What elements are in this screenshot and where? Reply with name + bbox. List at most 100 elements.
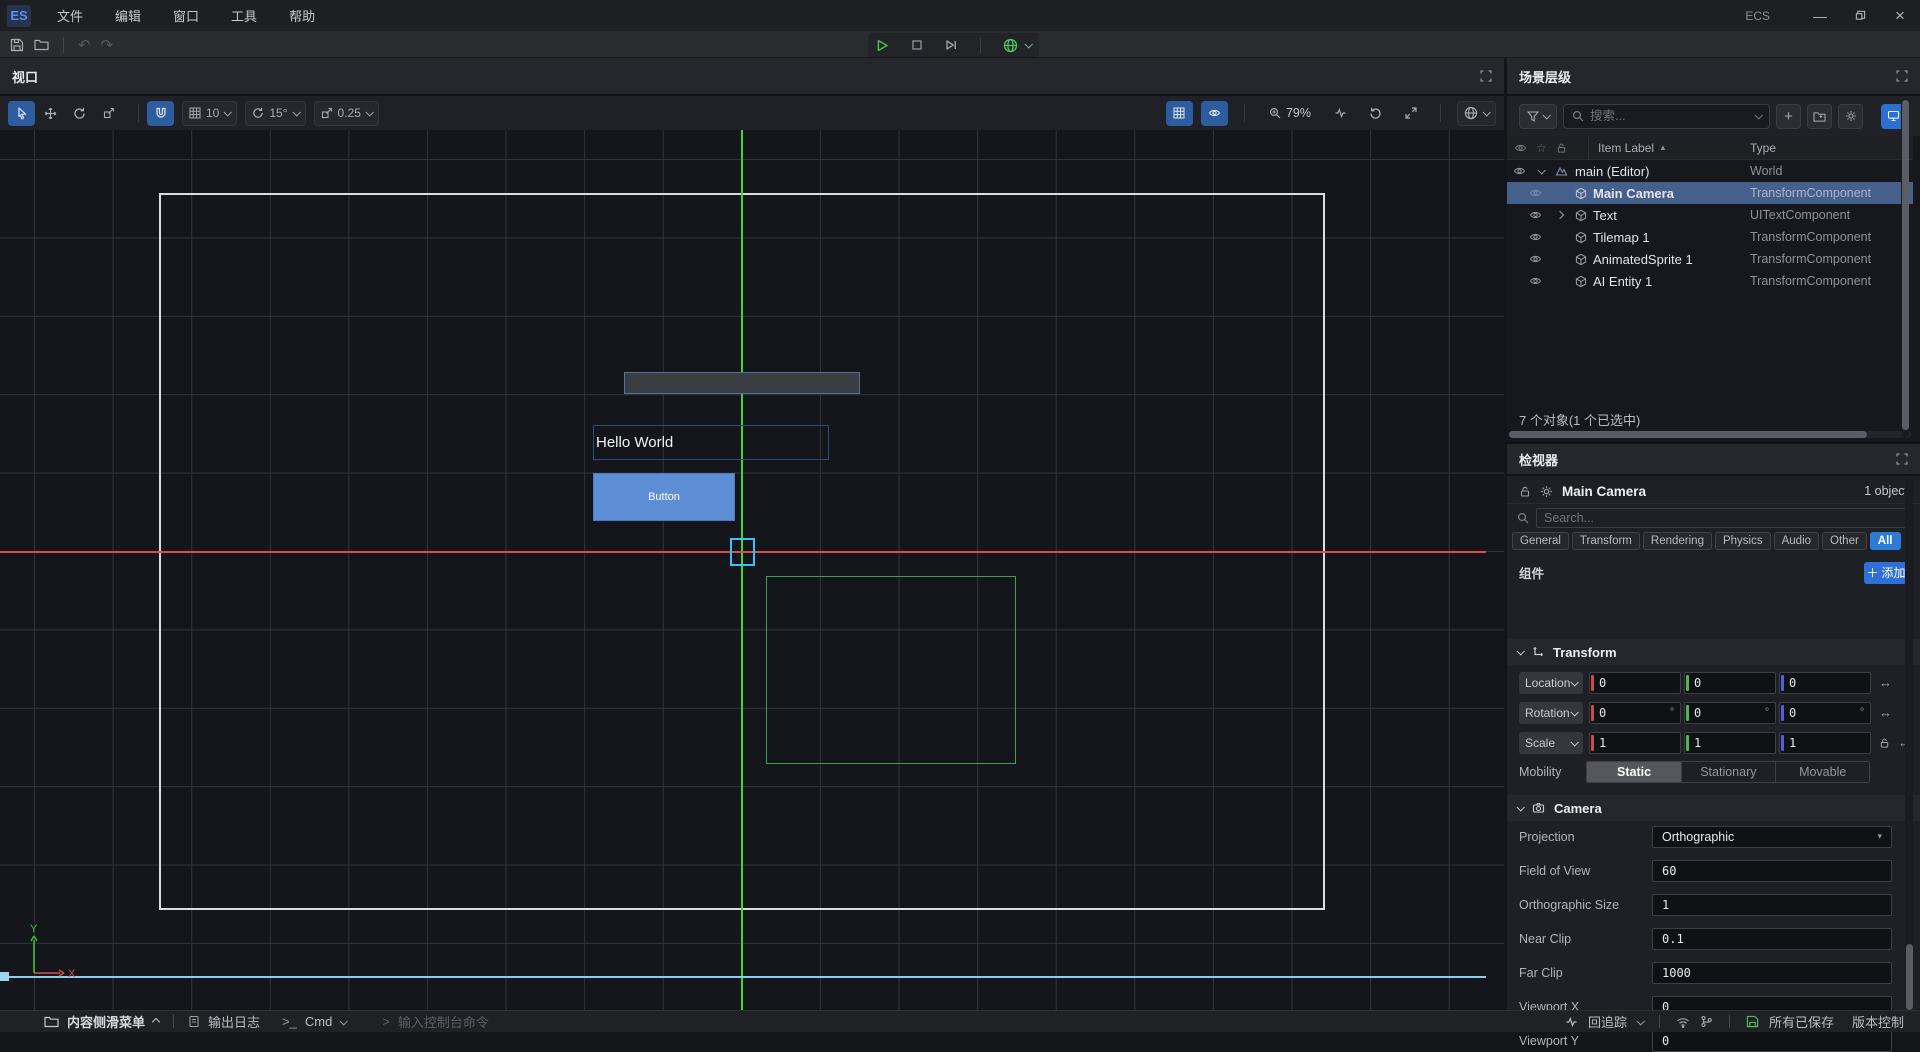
menu-file[interactable]: 文件	[45, 2, 95, 29]
network-icon[interactable]	[1676, 1016, 1690, 1028]
launch-mode-dropdown[interactable]	[1003, 38, 1031, 53]
reset-values-icon[interactable]: ↔	[1879, 705, 1892, 720]
rotation-x-field[interactable]: 0°	[1589, 702, 1681, 724]
output-log-button[interactable]: 输出日志	[208, 1012, 260, 1031]
step-forward-icon[interactable]	[945, 39, 958, 51]
app-logo[interactable]: ES	[7, 5, 31, 27]
move-tool-button[interactable]	[37, 101, 64, 126]
uniform-scale-lock-icon[interactable]	[1879, 737, 1890, 749]
new-folder-button[interactable]	[1807, 104, 1832, 129]
scene-canvas[interactable]: Hello World Button Y X	[0, 130, 1504, 1010]
transform-section-header[interactable]: Transform	[1507, 639, 1920, 665]
redo-icon[interactable]: ↷	[101, 36, 114, 54]
tree-row-text[interactable]: Text UITextComponent	[1507, 204, 1913, 226]
button-object[interactable]: Button	[593, 473, 735, 521]
tab-general[interactable]: General	[1512, 532, 1569, 550]
sprite-object[interactable]	[624, 372, 860, 394]
scale-mode-dropdown[interactable]: Scale	[1519, 732, 1583, 754]
show-grid-button[interactable]	[1166, 101, 1193, 126]
scrollbar-thumb[interactable]	[1509, 431, 1867, 438]
mobility-stationary[interactable]: Stationary	[1682, 762, 1776, 782]
eye-icon[interactable]	[1513, 165, 1526, 177]
trace-dropdown[interactable]: 回追踪	[1588, 1012, 1627, 1031]
gear-icon[interactable]	[1540, 485, 1553, 498]
tab-all[interactable]: All	[1870, 532, 1901, 550]
tree-row-main-camera[interactable]: Main Camera TransformComponent	[1507, 182, 1913, 204]
column-type[interactable]: Type	[1750, 141, 1776, 155]
camera-section-header[interactable]: Camera	[1507, 795, 1920, 821]
world-view-dropdown[interactable]	[1457, 101, 1496, 126]
grid-snap-dropdown[interactable]: 10	[182, 101, 237, 126]
text-object[interactable]: Hello World	[593, 425, 829, 460]
reset-view-button[interactable]	[1362, 101, 1389, 126]
tab-transform[interactable]: Transform	[1572, 532, 1640, 550]
hierarchy-vscrollbar[interactable]	[1901, 98, 1909, 438]
snap-tool-button[interactable]	[147, 101, 174, 126]
reset-values-icon[interactable]: ↔	[1879, 675, 1892, 690]
rotation-y-field[interactable]: 0°	[1684, 702, 1776, 724]
field-of-view-field[interactable]: 60	[1652, 860, 1892, 882]
undo-icon[interactable]: ↶	[78, 36, 91, 54]
branch-icon[interactable]	[1700, 1015, 1713, 1028]
eye-icon[interactable]	[1529, 275, 1542, 287]
expand-chevron-icon[interactable]	[1537, 166, 1545, 174]
rotation-snap-dropdown[interactable]: 15°	[245, 101, 305, 126]
expand-chevron-icon[interactable]	[1556, 211, 1564, 219]
tab-audio[interactable]: Audio	[1774, 532, 1819, 550]
projection-dropdown[interactable]: Orthographic▾	[1652, 826, 1892, 848]
menu-help[interactable]: 帮助	[277, 2, 327, 29]
location-x-field[interactable]: 0	[1589, 672, 1681, 694]
rotation-mode-dropdown[interactable]: Rotation	[1519, 702, 1583, 724]
tree-row-tilemap[interactable]: Tilemap 1 TransformComponent	[1507, 226, 1913, 248]
far-clip-field[interactable]: 1000	[1652, 962, 1892, 984]
expand-panel-icon[interactable]	[1480, 70, 1492, 82]
scrollbar-thumb[interactable]	[1906, 944, 1913, 1010]
fullscreen-button[interactable]	[1397, 101, 1424, 126]
save-icon[interactable]	[10, 38, 24, 52]
near-clip-field[interactable]: 0.1	[1652, 928, 1892, 950]
tab-physics[interactable]: Physics	[1715, 532, 1771, 550]
menu-edit[interactable]: 编辑	[103, 2, 153, 29]
star-column-icon[interactable]: ☆	[1536, 141, 1547, 155]
add-component-button[interactable]: ＋添加	[1864, 562, 1908, 584]
stop-icon[interactable]	[911, 39, 923, 51]
close-button[interactable]: ×	[1880, 0, 1920, 31]
zoom-level[interactable]: 79%	[1261, 106, 1319, 120]
tab-other[interactable]: Other	[1822, 532, 1867, 550]
eye-icon[interactable]	[1529, 209, 1542, 221]
guide-handle[interactable]	[0, 972, 9, 981]
hierarchy-hscrollbar[interactable]	[1509, 431, 1911, 438]
rotation-z-field[interactable]: 0°	[1779, 702, 1871, 724]
orthographic-size-field[interactable]: 1	[1652, 894, 1892, 916]
tab-rendering[interactable]: Rendering	[1643, 532, 1712, 550]
expand-panel-icon[interactable]	[1896, 70, 1908, 82]
lock-icon[interactable]	[1519, 485, 1531, 498]
lock-column-icon[interactable]	[1556, 142, 1567, 154]
stats-button[interactable]	[1327, 101, 1354, 126]
eye-icon[interactable]	[1529, 253, 1542, 265]
scale-snap-dropdown[interactable]: 0.25	[314, 101, 379, 126]
content-drawer-button[interactable]: 内容侧滑菜单	[67, 1012, 145, 1031]
maximize-button[interactable]	[1840, 0, 1880, 31]
rotate-tool-button[interactable]	[66, 101, 93, 126]
location-z-field[interactable]: 0	[1779, 672, 1871, 694]
mobility-movable[interactable]: Movable	[1776, 762, 1869, 782]
inspector-vscrollbar[interactable]	[1905, 479, 1913, 1013]
cmd-dropdown[interactable]: Cmd	[305, 1014, 332, 1029]
selection-gizmo[interactable]	[730, 538, 755, 566]
console-input-placeholder[interactable]: 输入控制台命令	[398, 1012, 489, 1031]
tree-row-ai-entity[interactable]: AI Entity 1 TransformComponent	[1507, 270, 1913, 292]
scale-y-field[interactable]: 1	[1684, 732, 1776, 754]
hierarchy-search-input[interactable]	[1590, 109, 1749, 123]
location-mode-dropdown[interactable]: Location	[1519, 672, 1583, 694]
scale-z-field[interactable]: 1	[1779, 732, 1871, 754]
hierarchy-search[interactable]	[1563, 104, 1770, 129]
eye-icon[interactable]	[1529, 187, 1542, 199]
select-tool-button[interactable]	[8, 101, 35, 126]
inspector-search-input[interactable]	[1544, 511, 1902, 525]
viewport-y-field[interactable]: 0	[1652, 1030, 1892, 1052]
tree-row-animatedsprite[interactable]: AnimatedSprite 1 TransformComponent	[1507, 248, 1913, 270]
scrollbar-thumb[interactable]	[1902, 100, 1909, 430]
eye-column-icon[interactable]	[1514, 142, 1527, 154]
open-folder-icon[interactable]	[34, 38, 49, 51]
